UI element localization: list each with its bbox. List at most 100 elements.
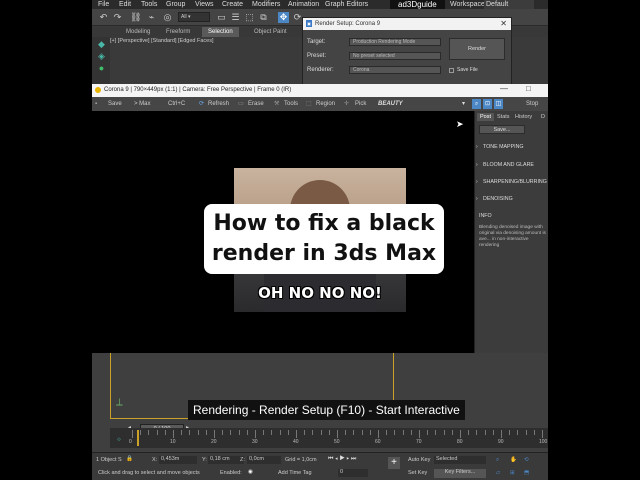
target-select[interactable]: Production Rendering Mode (349, 38, 441, 46)
track-bar[interactable]: 0 10 20 30 40 50 60 70 80 90 100 (110, 428, 548, 448)
timeline-tick-mark (353, 430, 355, 435)
vfb-region-button[interactable]: Region (316, 97, 335, 111)
add-time-tag-button[interactable]: Add Time Tag (278, 470, 312, 476)
collapse-denoise-icon[interactable]: › (476, 196, 478, 202)
menu-animation[interactable]: Animation (288, 0, 319, 9)
timeline-tick-mark (148, 430, 150, 435)
scene-explorer-icon[interactable]: ◆ (96, 39, 107, 50)
vfb-to-max-button[interactable]: > Max (134, 97, 151, 111)
zoom-viewport-icon[interactable]: ⌕ (496, 457, 499, 464)
tab-object-paint[interactable]: Object Paint (248, 27, 293, 37)
auto-key-button[interactable]: Auto Key (408, 457, 430, 463)
key-mode-select[interactable]: Selected (434, 456, 486, 464)
add-icon[interactable]: + (388, 457, 400, 469)
maximize-viewport-icon[interactable]: ⬒ (524, 470, 529, 476)
orbit-icon[interactable]: ⟲ (524, 457, 529, 463)
zoom-all-icon[interactable]: ⊞ (510, 470, 515, 476)
vfb-tools-button[interactable]: Tools (284, 97, 298, 111)
tab-freeform[interactable]: Freeform (160, 27, 196, 37)
z-label: Z: (240, 457, 245, 463)
undo-icon[interactable]: ↶ (98, 12, 109, 23)
menu-group[interactable]: Group (166, 0, 185, 9)
move-icon[interactable]: ✥ (278, 12, 289, 23)
z-field[interactable]: 0,0cm (247, 456, 281, 464)
grid-size: Grid = 1,0cm (285, 457, 317, 463)
renderer-select[interactable]: Corona (349, 66, 441, 74)
y-field[interactable]: 0,18 cm (208, 456, 244, 464)
collapse-bloom-icon[interactable]: › (476, 162, 478, 168)
lock-icon[interactable]: 🔒 (126, 456, 133, 462)
menu-tools[interactable]: Tools (141, 0, 157, 9)
redo-icon[interactable]: ↷ (112, 12, 123, 23)
fov-icon[interactable]: ▱ (496, 470, 500, 476)
tab-modeling[interactable]: Modeling (120, 27, 156, 37)
workspaces-select[interactable]: Default (484, 0, 534, 9)
vfb-title-bar: Corona 9 | 790×449px (1:1) | Camera: Fre… (92, 84, 548, 97)
section-denoising[interactable]: DENOISING (483, 196, 513, 202)
vfb-refresh-button[interactable]: Refresh (208, 97, 229, 111)
save-icon[interactable]: ▪ (95, 97, 97, 111)
preset-select[interactable]: No preset selected (349, 52, 441, 60)
playback-controls[interactable]: ⏮ ◂ ▶ ▸ ⏭ (328, 456, 356, 463)
panel-tab-stats[interactable]: Stats (497, 114, 510, 120)
timeline-tick-mark (517, 430, 519, 435)
render-button[interactable]: Render (449, 38, 505, 60)
zoom-icon[interactable]: ⌕ (472, 99, 481, 109)
menu-graph-editors[interactable]: Graph Editors (325, 0, 368, 9)
layer-icon[interactable]: ◈ (96, 51, 107, 62)
bind-icon[interactable]: ◎ (162, 12, 173, 23)
app-tab[interactable]: ad3Dguide (390, 0, 445, 9)
current-frame-field[interactable]: 0 (338, 469, 368, 477)
panel-tab-d[interactable]: D (541, 114, 545, 120)
tab-selection[interactable]: Selection (202, 27, 239, 37)
vfb-erase-button[interactable]: Erase (248, 97, 264, 111)
unlink-icon[interactable]: ⌁ (146, 12, 157, 23)
timeline-tick-mark (304, 430, 306, 435)
fit-icon[interactable]: ⊡ (483, 99, 492, 109)
close-icon[interactable]: ✕ (500, 19, 507, 28)
link-icon[interactable]: ⛓ (130, 12, 141, 23)
timeline-tick-mark (468, 430, 470, 435)
menu-create[interactable]: Create (222, 0, 243, 9)
vfb-pick-button[interactable]: Pick (355, 97, 366, 111)
menu-modifiers[interactable]: Modifiers (252, 0, 280, 9)
panel-tab-post[interactable]: Post (477, 113, 495, 121)
menu-edit[interactable]: Edit (119, 0, 131, 9)
menu-file[interactable]: File (98, 0, 109, 9)
menu-views[interactable]: Views (195, 0, 214, 9)
select-icon[interactable]: ▭ (216, 12, 227, 23)
panel-tab-history[interactable]: History (515, 114, 532, 120)
section-bloom-glare[interactable]: BLOOM AND GLARE (483, 162, 534, 168)
collapse-sharpen-icon[interactable]: › (476, 179, 478, 185)
time-tag-icon[interactable]: ◉ (248, 469, 253, 475)
viewport-label[interactable]: [+] [Perspective] [Standard] [Edged Face… (110, 38, 214, 44)
compare-icon[interactable]: ◫ (494, 99, 503, 109)
timeline-tick-mark (337, 430, 338, 438)
video-title-line-2: render in 3ds Max (211, 241, 437, 266)
select-name-icon[interactable]: ☰ (230, 12, 241, 23)
key-filters-button[interactable]: Key Filters... (434, 469, 486, 478)
refresh-icon: ⟳ (199, 101, 205, 107)
current-frame-marker[interactable] (137, 430, 139, 446)
vfb-stop-button[interactable]: Stop (526, 97, 538, 111)
window-crossing-icon[interactable]: ⧉ (258, 12, 269, 23)
vfb-save-button[interactable]: Save (108, 97, 122, 111)
beauty-dropdown-icon[interactable]: ▾ (462, 97, 465, 111)
render-element-select[interactable]: BEAUTY (378, 97, 403, 111)
set-key-button[interactable]: Set Key (408, 470, 427, 476)
selection-filter[interactable]: All ▾ (178, 12, 210, 22)
x-field[interactable]: 0,453m (159, 456, 197, 464)
minimize-icon[interactable]: — (500, 84, 508, 93)
save-file-checkbox[interactable] (449, 68, 454, 73)
maximize-icon[interactable]: □ (526, 84, 531, 93)
light-icon[interactable]: ● (96, 63, 107, 74)
panel-save-button[interactable]: Save... (479, 125, 525, 134)
status-prompt: Click and drag to select and move object… (98, 470, 200, 476)
vfb-copy-button[interactable]: Ctrl+C (168, 97, 185, 111)
pan-icon[interactable]: ✋ (510, 457, 517, 463)
caption-banner: Rendering - Render Setup (F10) - Start I… (188, 400, 465, 420)
collapse-tone-icon[interactable]: › (476, 144, 478, 150)
section-sharpening[interactable]: SHARPENING/BLURRING (483, 179, 547, 185)
rect-region-icon[interactable]: ⬚ (244, 12, 255, 23)
section-tone-mapping[interactable]: TONE MAPPING (483, 144, 524, 150)
